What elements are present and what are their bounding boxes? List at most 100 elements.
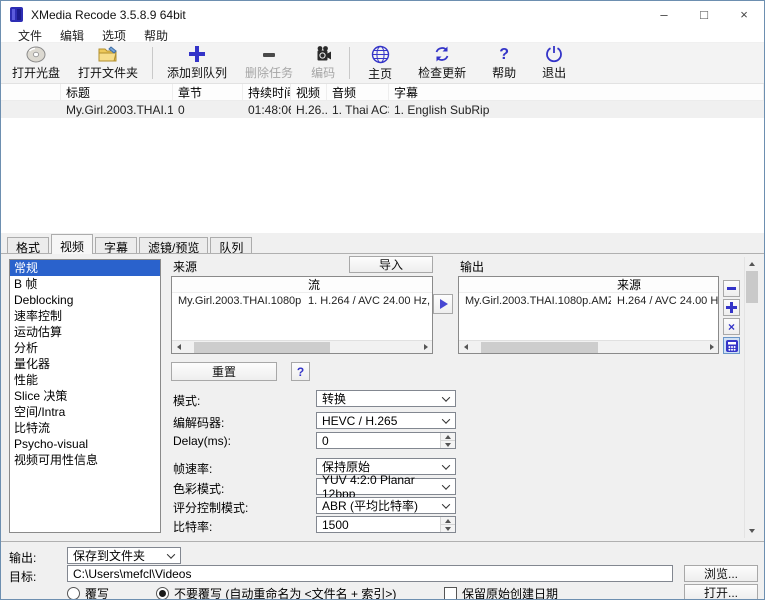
delete-task-button: 删除任务 <box>236 44 302 82</box>
tab-filter-preview[interactable]: 滤镜/预览 <box>139 237 208 253</box>
add-to-queue-button[interactable]: 添加到队列 <box>158 44 236 82</box>
field-help-button[interactable]: ? <box>291 362 310 381</box>
scroll-right-icon[interactable] <box>419 341 432 354</box>
file-row-audio: 1. Thai AC3... <box>327 103 389 117</box>
browse-button[interactable]: 浏览... <box>684 565 758 582</box>
list-item-deblocking[interactable]: Deblocking <box>10 292 160 308</box>
list-item-bframes[interactable]: B 帧 <box>10 276 160 292</box>
transfer-stream-button[interactable] <box>433 294 453 314</box>
tab-queue[interactable]: 队列 <box>210 237 252 253</box>
list-item-rate-control[interactable]: 速率控制 <box>10 308 160 324</box>
spin-up-icon[interactable] <box>441 433 455 441</box>
stream-remove-button[interactable] <box>723 280 740 297</box>
bitrate-spinner[interactable]: 1500 <box>316 516 456 533</box>
checkbox-icon <box>444 587 457 600</box>
list-item-psycho-visual[interactable]: Psycho-visual <box>10 436 160 452</box>
play-icon <box>440 299 448 309</box>
reset-button[interactable]: 重置 <box>171 362 277 381</box>
delay-spinner[interactable]: 0 <box>316 432 456 449</box>
close-button[interactable]: × <box>724 1 764 28</box>
ratecontrol-label: 评分控制模式: <box>173 499 248 516</box>
spin-down-icon[interactable] <box>441 441 455 448</box>
column-chapter[interactable]: 章节 <box>173 84 243 100</box>
codec-label: 编解码器: <box>173 414 224 431</box>
source-hscrollbar[interactable] <box>172 340 432 353</box>
open-disc-button[interactable]: 打开光盘 <box>3 44 69 82</box>
app-logo-icon <box>10 7 23 22</box>
column-audio[interactable]: 音频 <box>327 84 389 100</box>
output-file: My.Girl.2003.THAI.1080p.AMZN.WE... <box>459 295 611 307</box>
stream-delete-button[interactable]: × <box>723 318 740 335</box>
file-row-chapter: 0 <box>173 103 243 117</box>
tab-format[interactable]: 格式 <box>7 237 49 253</box>
overwrite-radio[interactable]: 覆写 <box>67 585 109 600</box>
menu-help[interactable]: 帮助 <box>135 27 177 44</box>
mode-select[interactable]: 转换 <box>316 390 456 407</box>
tab-video[interactable]: 视频 <box>51 234 93 254</box>
panel-vscrollbar[interactable] <box>744 257 758 538</box>
ratecontrol-select[interactable]: ABR (平均比特率) <box>316 497 456 514</box>
delay-label: Delay(ms): <box>173 434 231 448</box>
output-source-column[interactable]: 来源 <box>611 277 718 292</box>
file-row-duration: 01:48:06 <box>243 103 291 117</box>
exit-button[interactable]: 退出 <box>529 44 579 82</box>
list-item-analysis[interactable]: 分析 <box>10 340 160 356</box>
scroll-up-icon[interactable] <box>745 257 758 271</box>
keep-date-checkbox[interactable]: 保留原始创建日期 <box>444 585 558 600</box>
window-title: XMedia Recode 3.5.8.9 64bit <box>31 8 186 22</box>
list-item-vui[interactable]: 视频可用性信息 <box>10 452 160 468</box>
home-button[interactable]: 主页 <box>355 44 405 82</box>
list-item-motion-estimation[interactable]: 运动估算 <box>10 324 160 340</box>
minimize-button[interactable]: – <box>644 1 684 28</box>
source-stream-column[interactable]: 流 <box>302 277 432 292</box>
open-button[interactable]: 打开... <box>684 584 758 600</box>
column-title[interactable]: 标题 <box>61 84 173 100</box>
stream-add-button[interactable] <box>723 299 740 316</box>
maximize-button[interactable]: □ <box>684 1 724 28</box>
footer: 输出: 保存到文件夹 目标: C:\Users\mefcl\Videos 浏览.… <box>1 541 764 600</box>
help-icon: ? <box>499 45 509 63</box>
scroll-down-icon[interactable] <box>745 524 758 538</box>
list-item-general[interactable]: 常规 <box>10 260 160 276</box>
target-path-input[interactable]: C:\Users\mefcl\Videos <box>67 565 673 582</box>
encode-icon <box>314 45 332 63</box>
scroll-left-icon[interactable] <box>459 341 472 354</box>
minus-icon <box>260 45 278 63</box>
source-row[interactable]: My.Girl.2003.THAI.1080p.AMZN.... 1. H.26… <box>172 293 432 309</box>
menu-options[interactable]: 选项 <box>93 27 135 44</box>
chevron-down-icon <box>442 461 450 469</box>
file-list: 标题 章节 持续时间 视频 音频 字幕 My.Girl.2003.THAI.10… <box>1 83 764 233</box>
list-item-slice-decision[interactable]: Slice 决策 <box>10 388 160 404</box>
help-button[interactable]: ? 帮助 <box>479 44 529 82</box>
output-mode-select[interactable]: 保存到文件夹 <box>67 547 181 564</box>
menu-edit[interactable]: 编辑 <box>51 27 93 44</box>
scroll-left-icon[interactable] <box>172 341 185 354</box>
scroll-right-icon[interactable] <box>705 341 718 354</box>
folder-icon <box>98 45 119 63</box>
column-subtitle[interactable]: 字幕 <box>389 84 764 100</box>
open-folder-button[interactable]: 打开文件夹 <box>69 44 147 82</box>
column-duration[interactable]: 持续时间 <box>243 84 291 100</box>
codec-select[interactable]: HEVC / H.265 <box>316 412 456 429</box>
colormode-select[interactable]: YUV 4:2:0 Planar 12bpp <box>316 478 456 495</box>
import-button[interactable]: 导入 <box>349 256 433 273</box>
spin-up-icon[interactable] <box>441 517 455 525</box>
no-overwrite-radio[interactable]: 不要覆写 (自动重命名为 <文件名 + 索引>) <box>156 585 396 600</box>
toolbar-separator <box>152 47 153 79</box>
output-hscrollbar[interactable] <box>459 340 718 353</box>
check-update-button[interactable]: 检查更新 <box>405 44 479 82</box>
list-item-spatial-intra[interactable]: 空间/Intra <box>10 404 160 420</box>
tab-subtitle[interactable]: 字幕 <box>95 237 137 253</box>
column-video[interactable]: 视频 <box>291 84 327 100</box>
list-item-performance[interactable]: 性能 <box>10 372 160 388</box>
menu-file[interactable]: 文件 <box>9 27 51 44</box>
file-row-video: H.26... <box>291 103 327 117</box>
stream-properties-button[interactable] <box>723 337 740 354</box>
list-item-bitstream[interactable]: 比特流 <box>10 420 160 436</box>
x-icon: × <box>728 321 735 333</box>
spin-down-icon[interactable] <box>441 525 455 532</box>
output-row[interactable]: My.Girl.2003.THAI.1080p.AMZN.WE... H.264… <box>459 293 718 309</box>
list-item-quantizer[interactable]: 量化器 <box>10 356 160 372</box>
output-stream: H.264 / AVC 24.00 Hz, 192 <box>611 295 718 307</box>
file-row[interactable]: My.Girl.2003.THAI.108... 0 01:48:06 H.26… <box>1 101 764 118</box>
